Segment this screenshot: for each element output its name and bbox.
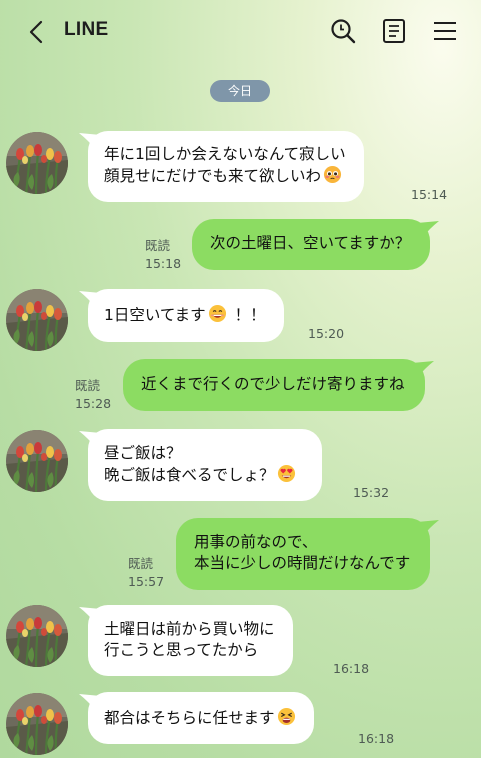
message-meta: 既読 15:28 <box>75 377 111 413</box>
message-text: 1日空いてます <box>104 306 206 324</box>
tired-face-emoji-icon <box>277 707 295 726</box>
contact-avatar[interactable] <box>6 430 68 492</box>
message-time: 15:14 <box>411 187 448 202</box>
notes-icon[interactable] <box>380 17 408 45</box>
message-bubble-received[interactable]: 都合はそちらに任せます <box>79 692 314 744</box>
message-text: 本当に少しの時間だけなんです <box>194 554 411 572</box>
message-text: 用事の前なので、 <box>194 533 318 551</box>
message-bubble-sent[interactable]: 次の土曜日、空いてますか？ <box>192 219 440 270</box>
message-time: 15:18 <box>145 256 182 271</box>
message-text: 都合はそちらに任せます <box>104 709 275 727</box>
message-text: 土曜日は前から買い物に <box>104 620 275 638</box>
message-time: 15:20 <box>308 326 345 341</box>
message-time: 15:32 <box>353 485 390 500</box>
message-time: 16:18 <box>358 731 395 746</box>
grinning-face-emoji-icon <box>208 304 226 323</box>
message-meta: 既読 15:57 <box>128 555 164 591</box>
message-text: 昼ご飯は？ <box>104 444 182 462</box>
contact-avatar[interactable] <box>6 132 68 194</box>
message-text: 晩ご飯は食べるでしょ？ <box>104 466 275 484</box>
heart-eyes-face-emoji-icon <box>277 464 295 483</box>
date-separator: 今日 <box>210 80 270 102</box>
message-bubble-sent[interactable]: 近くまで行くので少しだけ寄りますね <box>123 359 434 411</box>
read-receipt: 既読 <box>128 556 154 571</box>
contact-avatar[interactable] <box>6 693 68 755</box>
message-bubble-sent[interactable]: 用事の前なので、 本当に少しの時間だけなんです <box>176 518 440 590</box>
message-time: 15:57 <box>128 574 165 589</box>
chat-header: LINE <box>0 0 481 64</box>
read-receipt: 既読 <box>145 238 171 253</box>
hamburger-menu-icon[interactable] <box>431 17 459 45</box>
message-bubble-received[interactable]: 昼ご飯は？ 晩ご飯は食べるでしょ？ <box>79 429 322 501</box>
search-icon[interactable] <box>329 17 357 45</box>
contact-avatar[interactable] <box>6 289 68 351</box>
message-meta: 既読 15:18 <box>145 237 181 273</box>
message-text: 近くまで行くので少しだけ寄りますね <box>141 375 405 393</box>
pleading-face-emoji-icon <box>323 165 342 184</box>
message-text: 年に1回しか会えないなんて寂しい <box>104 145 346 163</box>
message-time: 15:28 <box>75 396 112 411</box>
contact-avatar[interactable] <box>6 605 68 667</box>
message-text: 次の土曜日、空いてますか？ <box>210 234 411 252</box>
read-receipt: 既読 <box>75 378 101 393</box>
message-bubble-received[interactable]: 年に1回しか会えないなんて寂しい 顔見せにだけでも来て欲しいわ <box>79 131 364 202</box>
message-time: 16:18 <box>333 661 370 676</box>
chat-title: LINE <box>64 19 109 40</box>
message-text: 顔見せにだけでも来て欲しいわ <box>104 167 322 185</box>
chevron-left-icon[interactable] <box>24 18 50 46</box>
message-bubble-received[interactable]: 1日空いてます ！！ <box>79 289 284 342</box>
message-text: ！！ <box>234 306 266 324</box>
message-text: 行こうと思ってたから <box>104 641 259 659</box>
message-bubble-received[interactable]: 土曜日は前から買い物に 行こうと思ってたから <box>79 605 293 676</box>
